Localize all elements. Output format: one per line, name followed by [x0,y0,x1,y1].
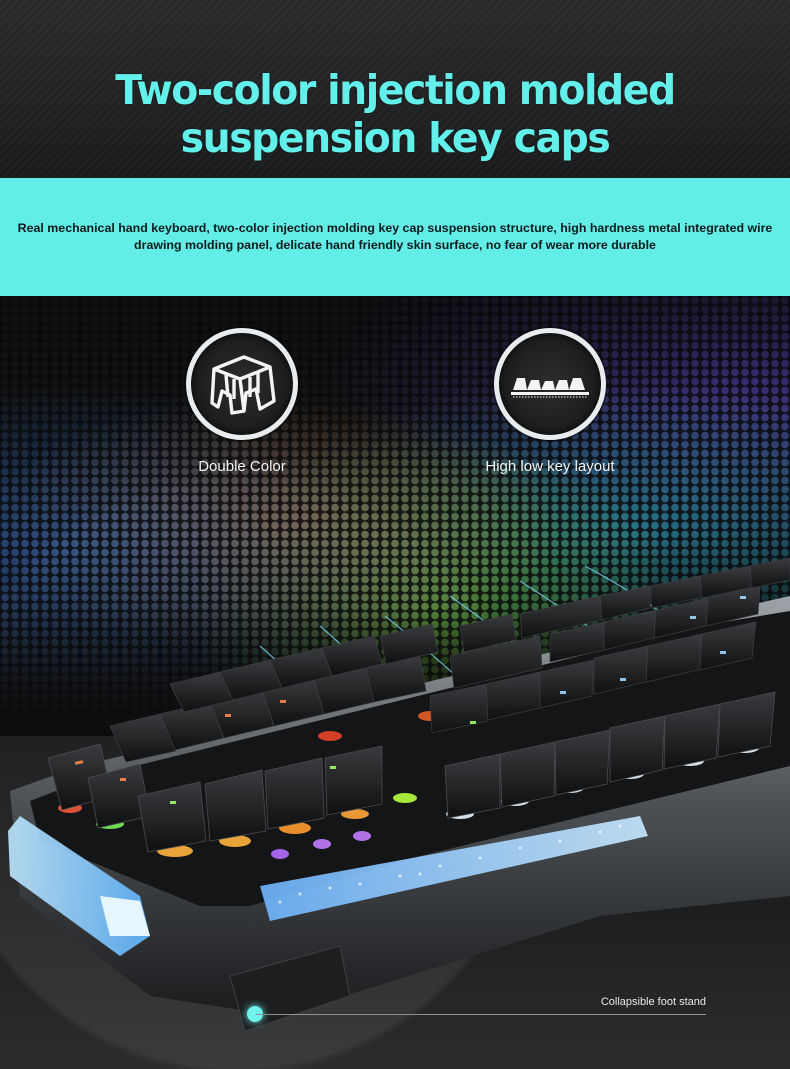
description-band: Real mechanical hand keyboard, two-color… [0,178,790,296]
description-text: Real mechanical hand keyboard, two-color… [17,221,773,252]
hero-banner: Two-color injection molded suspension ke… [0,0,790,178]
callout-line [256,1014,706,1015]
foot-stand-caption: Collapsible foot stand [600,996,706,1008]
mechanical-keyboard-image [8,557,790,1032]
product-scene: Double Color High low key layout Collaps… [0,296,790,1069]
page-title: Two-color injection molded suspension ke… [115,66,676,162]
